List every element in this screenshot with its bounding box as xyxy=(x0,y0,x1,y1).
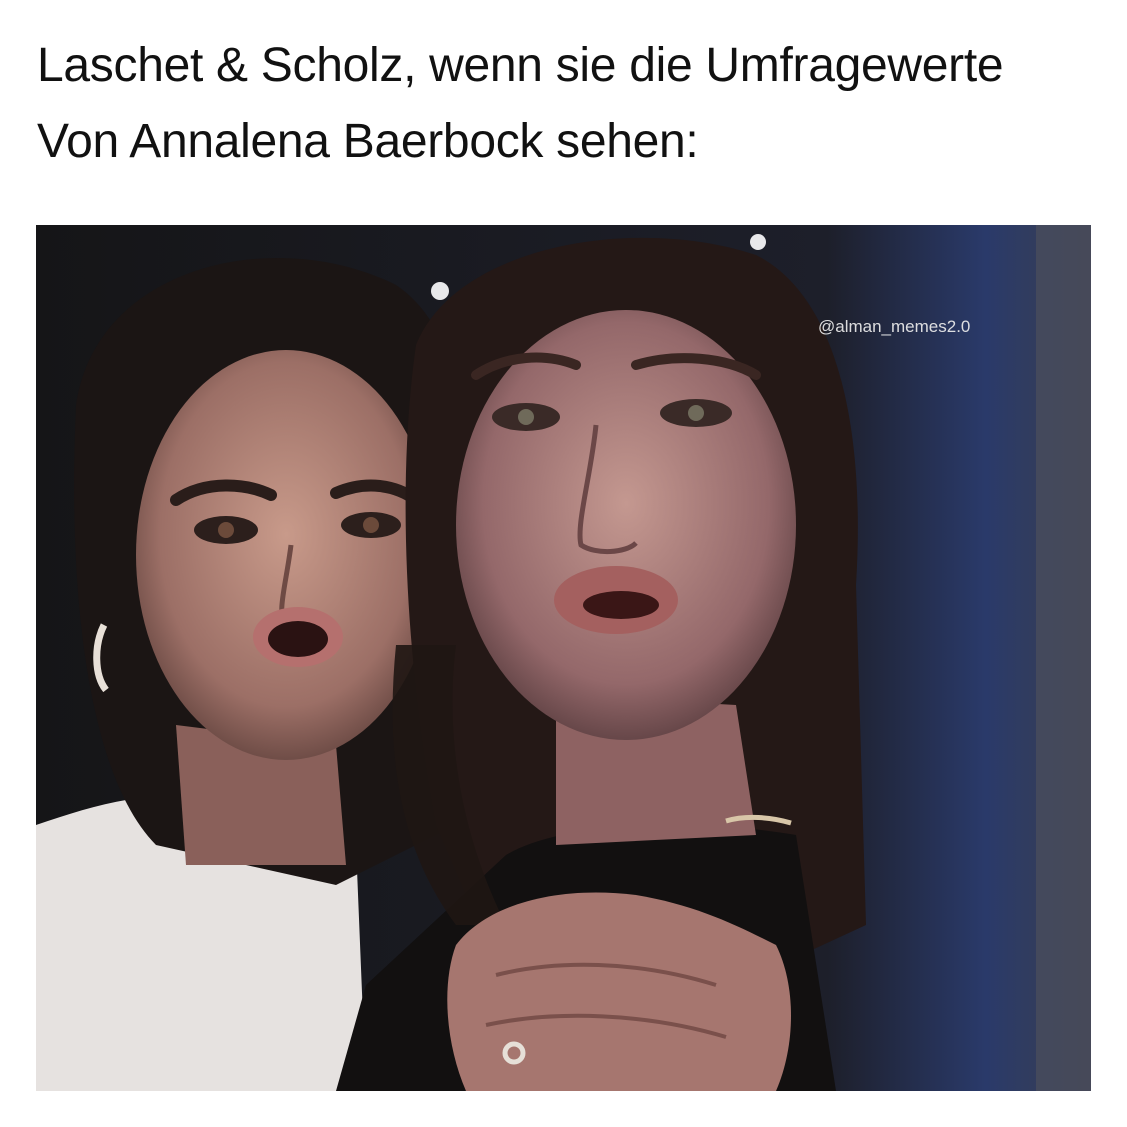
meme-caption: Laschet & Scholz, wenn sie die Umfragewe… xyxy=(37,28,1097,180)
photo-illustration xyxy=(36,225,1091,1091)
watermark-text: @alman_memes2.0 xyxy=(818,317,971,336)
caption-line-1: Laschet & Scholz, wenn sie die Umfragewe… xyxy=(37,39,1004,92)
meme-photo: @alman_memes2.0 xyxy=(36,225,1091,1091)
caption-line-2: Von Annalena Baerbock sehen: xyxy=(37,115,699,168)
light-dot xyxy=(750,234,766,250)
light-dot xyxy=(431,282,449,300)
left-face xyxy=(136,350,436,760)
